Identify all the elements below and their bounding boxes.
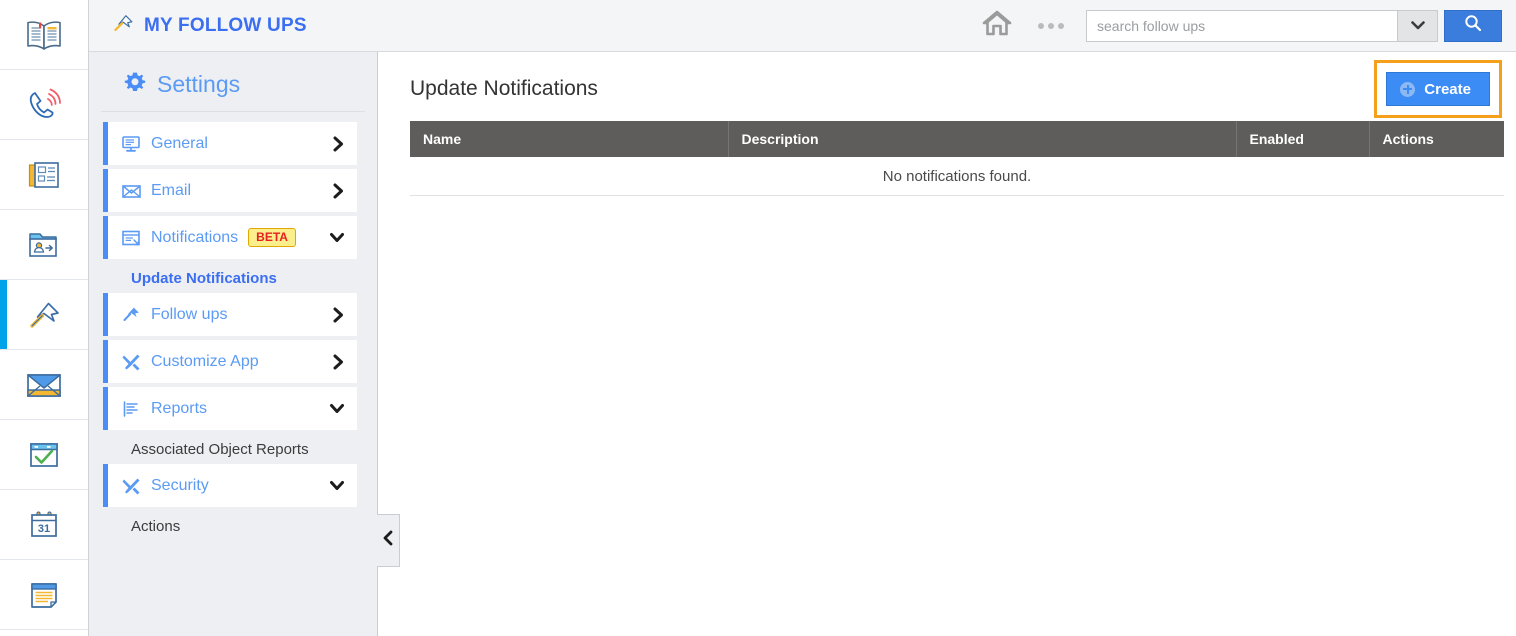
news-article-icon bbox=[25, 159, 63, 191]
column-header-description[interactable]: Description bbox=[728, 121, 1237, 157]
chevron-down-icon bbox=[1410, 17, 1425, 35]
settings-heading-label: Settings bbox=[157, 71, 241, 97]
sidebar-item-label: Notifications bbox=[151, 228, 239, 246]
sidebar-item-security[interactable]: Security bbox=[103, 464, 357, 507]
sidebar-item-label: Follow ups bbox=[151, 305, 228, 323]
more-options-button[interactable] bbox=[1038, 22, 1064, 29]
sidebar-item-notifications[interactable]: Notifications BETA bbox=[103, 216, 357, 259]
rail-item-contacts[interactable] bbox=[0, 210, 88, 280]
chevron-left-icon bbox=[382, 530, 394, 551]
search-box bbox=[1086, 9, 1438, 42]
column-header-enabled[interactable]: Enabled bbox=[1236, 121, 1370, 157]
notification-window-icon bbox=[121, 228, 147, 248]
column-header-name[interactable]: Name bbox=[410, 121, 729, 157]
chevron-right-icon[interactable] bbox=[332, 183, 345, 199]
checklist-window-icon bbox=[27, 439, 61, 471]
table-empty-row: No notifications found. bbox=[410, 157, 1504, 196]
table-header-row: Name Description Enabled Actions bbox=[410, 121, 1504, 157]
content-header: Update Notifications Create bbox=[410, 52, 1502, 118]
settings-sidebar: Settings General Email Notifications BET… bbox=[89, 52, 400, 636]
sidebar-subitem-update-notifications[interactable]: Update Notifications bbox=[89, 263, 377, 293]
chevron-down-icon[interactable] bbox=[329, 479, 345, 492]
app-title: MY FOLLOW UPS bbox=[111, 11, 307, 41]
create-button-highlight: Create bbox=[1374, 60, 1502, 118]
table-header: Name Description Enabled Actions bbox=[410, 121, 1504, 157]
tools-icon bbox=[121, 476, 147, 496]
rail-item-calls[interactable] bbox=[0, 70, 88, 140]
sidebar-subitem-label: Update Notifications bbox=[131, 269, 277, 287]
pushpin-icon bbox=[25, 298, 63, 332]
chevron-right-icon[interactable] bbox=[332, 307, 345, 323]
plus-circle-icon bbox=[1400, 81, 1416, 97]
search-scope-dropdown[interactable] bbox=[1397, 10, 1437, 41]
rail-item-notes[interactable] bbox=[0, 560, 88, 630]
topbar: MY FOLLOW UPS bbox=[89, 0, 1516, 52]
sidebar-subitem-actions[interactable]: Actions bbox=[89, 511, 377, 541]
home-button[interactable] bbox=[982, 9, 1012, 42]
gear-icon bbox=[123, 70, 147, 99]
rail-item-news[interactable] bbox=[0, 140, 88, 210]
rail-item-tasks[interactable] bbox=[0, 420, 88, 490]
calendar-31-icon: 31 bbox=[27, 509, 61, 541]
contact-folder-icon bbox=[25, 229, 63, 261]
home-icon bbox=[982, 9, 1012, 42]
chevron-down-icon[interactable] bbox=[329, 402, 345, 415]
create-button-label: Create bbox=[1424, 80, 1471, 98]
phone-ringing-icon bbox=[26, 88, 62, 122]
table-empty-message: No notifications found. bbox=[410, 157, 1504, 196]
create-button[interactable]: Create bbox=[1386, 72, 1490, 106]
notifications-table: Name Description Enabled Actions No noti… bbox=[410, 121, 1504, 196]
monitor-icon bbox=[121, 134, 147, 154]
app-root: 31 MY FOLLOW UPS search follow ups Setti… bbox=[0, 0, 1516, 636]
body-row: Settings General Email Notifications BET… bbox=[89, 52, 1516, 636]
sidebar-item-reports[interactable]: Reports bbox=[103, 387, 357, 430]
column-header-actions[interactable]: Actions bbox=[1369, 121, 1504, 157]
beta-badge: BETA bbox=[248, 228, 296, 247]
app-title-label: MY FOLLOW UPS bbox=[144, 14, 307, 36]
sidebar-item-email[interactable]: Email bbox=[103, 169, 357, 212]
rail-item-book[interactable] bbox=[0, 0, 88, 70]
settings-heading: Settings bbox=[101, 52, 365, 112]
sidebar-collapse-handle[interactable] bbox=[377, 514, 400, 567]
sidebar-subitem-label: Associated Object Reports bbox=[131, 440, 309, 458]
sidebar-item-label: Customize App bbox=[151, 352, 259, 370]
sidebar-item-label: General bbox=[151, 134, 208, 152]
pushpin-icon bbox=[111, 11, 135, 41]
main-content: Update Notifications Create Name Descrip… bbox=[378, 52, 1516, 636]
right-panel: MY FOLLOW UPS search follow ups Settings… bbox=[89, 0, 1516, 636]
rail-item-mail[interactable] bbox=[0, 350, 88, 420]
table-body: No notifications found. bbox=[410, 157, 1504, 196]
page-title: Update Notifications bbox=[410, 77, 598, 100]
rail-item-calendar[interactable]: 31 bbox=[0, 490, 88, 560]
sidebar-item-label: Email bbox=[151, 181, 192, 199]
notes-icon bbox=[27, 579, 61, 611]
rail-item-follow-ups[interactable] bbox=[0, 280, 88, 350]
report-lines-icon bbox=[121, 399, 147, 419]
sidebar-item-customize-app[interactable]: Customize App bbox=[103, 340, 357, 383]
sidebar-item-label: Security bbox=[151, 476, 209, 494]
icon-rail: 31 bbox=[0, 0, 89, 636]
settings-menu: General Email Notifications BETA Update … bbox=[89, 112, 377, 541]
search-icon bbox=[1464, 14, 1482, 37]
chevron-right-icon[interactable] bbox=[332, 354, 345, 370]
chevron-down-icon[interactable] bbox=[329, 231, 345, 244]
sidebar-subitem-label: Actions bbox=[131, 517, 181, 535]
ellipsis-icon bbox=[1038, 22, 1064, 29]
open-envelope-icon bbox=[121, 181, 147, 201]
sidebar-item-general[interactable]: General bbox=[103, 122, 357, 165]
envelope-icon bbox=[24, 370, 64, 400]
search-input[interactable] bbox=[1087, 10, 1397, 41]
search-area bbox=[1086, 9, 1502, 42]
book-icon bbox=[25, 18, 63, 52]
sidebar-item-follow-ups[interactable]: Follow ups bbox=[103, 293, 357, 336]
sidebar-item-label: Reports bbox=[151, 399, 208, 417]
chevron-right-icon[interactable] bbox=[332, 136, 345, 152]
pushpin-icon bbox=[121, 305, 147, 325]
tools-icon bbox=[121, 352, 147, 372]
search-submit-button[interactable] bbox=[1444, 9, 1502, 42]
svg-text:31: 31 bbox=[38, 523, 50, 535]
sidebar-subitem-associated-object-reports[interactable]: Associated Object Reports bbox=[89, 434, 377, 464]
